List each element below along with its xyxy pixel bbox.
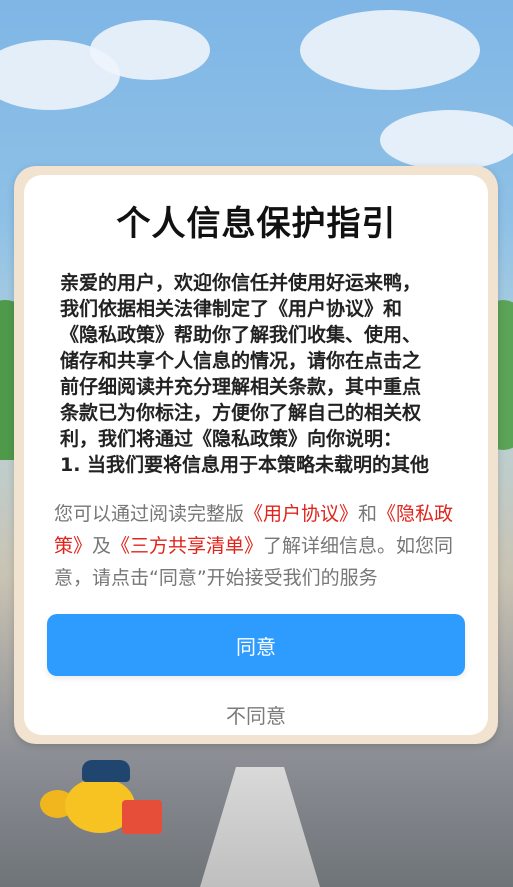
cloud [380,110,513,170]
agreement-line: 我们依据相关法律制定了《用户协议》和 [60,298,403,320]
gift-box [122,800,162,834]
info-prefix: 您可以通过阅读完整版 [54,503,245,525]
info-and2: 及 [92,535,112,557]
agreement-line: 条款已为你标注，方便你了解自己的相关权 [60,402,422,424]
agreement-line: 储存和共享个人信息的情况，请你在点击之 [60,350,422,372]
user-agreement-link[interactable]: 《用户协议》 [244,503,358,525]
info-and: 和 [358,503,378,525]
agree-button[interactable]: 同意 [47,614,465,676]
agreement-line: 利，我们将通过《隐私政策》向你说明： [60,428,403,450]
consent-info: 您可以通过阅读完整版《用户协议》和《隐私政策》及《三方共享清单》了解详细信息。如… [54,498,456,594]
dialog-title: 个人信息保护指引 [116,204,397,244]
agreement-line: 亲爱的用户，欢迎你信任并使用好运来鸭， [60,272,422,294]
third-party-list-link[interactable]: 《三方共享清单》 [111,535,263,557]
agreement-line: 前仔细阅读并充分理解相关条款，其中重点 [60,376,422,398]
duck-mascot [40,760,162,840]
road [200,767,320,887]
agreement-line: 《隐私政策》帮助你了解我们收集、使用、 [60,324,422,346]
agreement-text[interactable]: 亲爱的用户，欢迎你信任并使用好运来鸭， 我们依据相关法律制定了《用户协议》和 《… [60,270,452,480]
agreement-line: 1. 当我们要将信息用于本策略未载明的其他 [60,454,430,476]
disagree-button[interactable]: 不同意 [47,694,465,734]
cloud [90,20,210,80]
cloud [300,10,480,90]
duck-hat [82,760,130,782]
